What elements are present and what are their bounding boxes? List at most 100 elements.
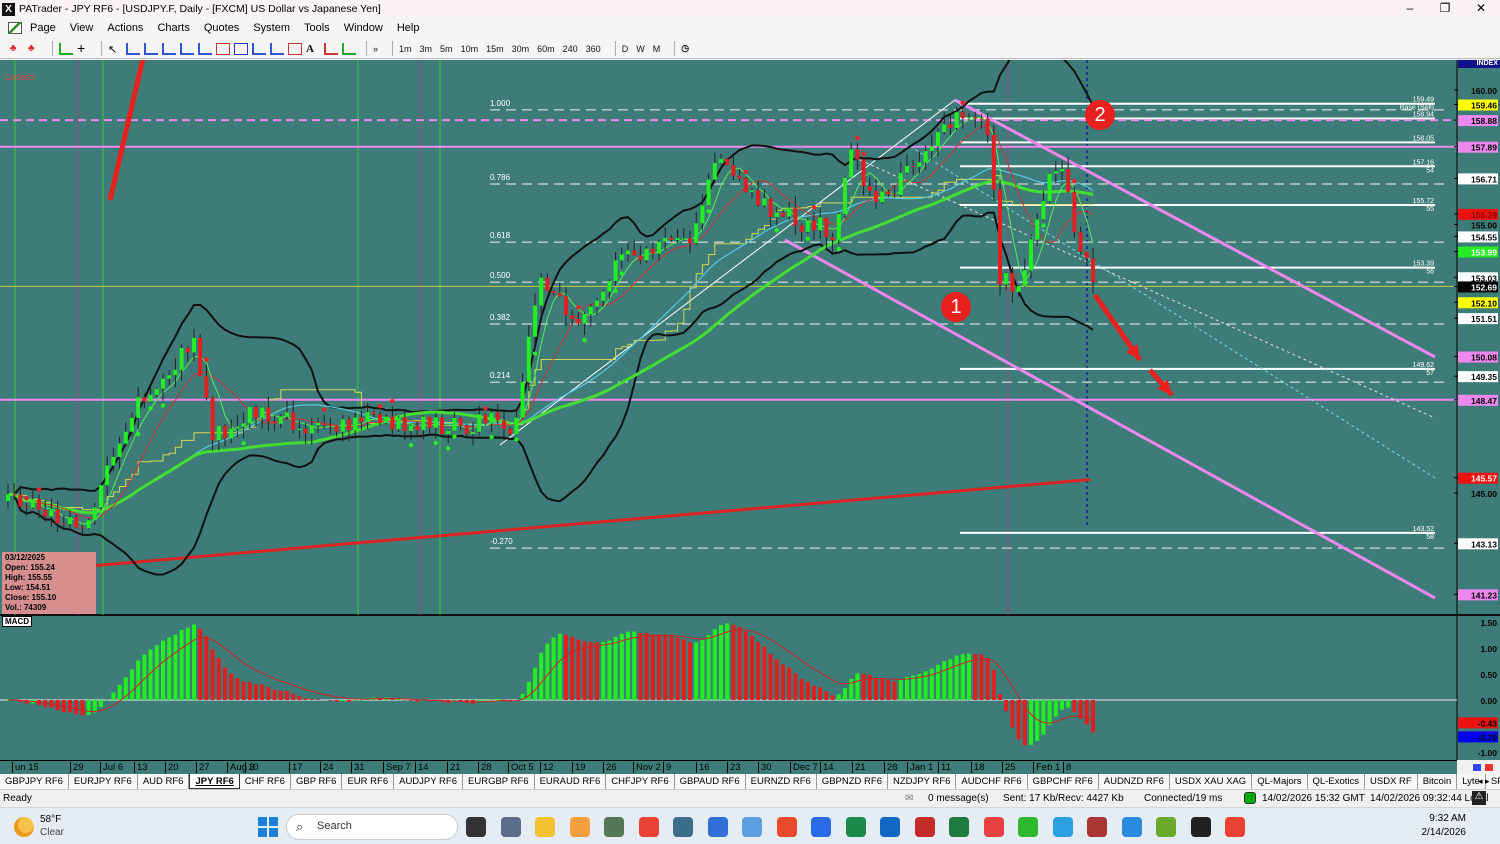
mail-icon[interactable]: ✉ — [905, 793, 913, 804]
box-tool-icon[interactable] — [288, 42, 302, 55]
photos-icon[interactable] — [742, 817, 762, 837]
tab-nzdjpy-rf6[interactable]: NZDJPY RF6 — [888, 774, 957, 789]
menu-system[interactable]: System — [253, 22, 290, 34]
tab-eurjpy-rf6[interactable]: EURJPY RF6 — [69, 774, 138, 789]
app-n-icon[interactable] — [845, 817, 866, 837]
timeframe-60m[interactable]: 60m — [537, 44, 555, 54]
menu-help[interactable]: Help — [397, 22, 420, 34]
menu-window[interactable]: Window — [344, 22, 383, 34]
excel-icon[interactable] — [949, 817, 969, 837]
fan-tool-icon[interactable] — [180, 42, 194, 55]
timeframe-10m[interactable]: 10m — [461, 44, 479, 54]
pointer-icon[interactable]: ↖ — [108, 43, 122, 56]
zoom-out-icon[interactable] — [1484, 763, 1494, 772]
tab-gbpchf-rf6[interactable]: GBPCHF RF6 — [1028, 774, 1099, 789]
menu-view[interactable]: View — [70, 22, 94, 34]
tab-chf-rf6[interactable]: CHF RF6 — [240, 774, 291, 789]
menu-actions[interactable]: Actions — [107, 22, 143, 34]
tab-gbpaud-rf6[interactable]: GBPAUD RF6 — [675, 774, 746, 789]
app-red-icon[interactable] — [914, 817, 935, 837]
app-w-icon[interactable] — [1156, 817, 1176, 837]
timeframe-30m[interactable]: 30m — [512, 44, 530, 54]
tab-gbpjpy-rf6[interactable]: GBPJPY RF6 — [0, 774, 69, 789]
timeframe-1m[interactable]: 1m — [399, 44, 412, 54]
crosshair-icon[interactable]: + — [77, 41, 91, 55]
tab-euraud-rf6[interactable]: EURAUD RF6 — [535, 774, 607, 789]
tab-usdx-xau-xag[interactable]: USDX XAU XAG — [1170, 774, 1253, 789]
tab-eurnzd-rf6[interactable]: EURNZD RF6 — [746, 774, 817, 789]
levels-tool-icon[interactable] — [324, 42, 338, 55]
app-gray-icon[interactable] — [1087, 817, 1107, 837]
menu-tools[interactable]: Tools — [304, 22, 330, 34]
more-tools-button[interactable]: » — [373, 44, 378, 54]
chrome-icon[interactable] — [638, 817, 659, 837]
tab-chfjpy-rf6[interactable]: CHFJPY RF6 — [606, 774, 675, 789]
tab-ql-majors[interactable]: QL-Majors — [1252, 774, 1308, 789]
timeframe-15m[interactable]: 15m — [486, 44, 504, 54]
unlink-charts-icon[interactable]: ♣ — [28, 43, 42, 55]
tab-audjpy-rf6[interactable]: AUDJPY RF6 — [394, 774, 464, 789]
task-view-icon[interactable] — [466, 817, 486, 837]
outlook-icon[interactable] — [880, 817, 900, 837]
tab-eurgbp-rf6[interactable]: EURGBP RF6 — [463, 774, 535, 789]
tab-eur-rf6[interactable]: EUR RF6 — [342, 774, 395, 789]
period-monthly[interactable]: M — [653, 44, 661, 54]
trendline-tool-icon[interactable] — [144, 42, 158, 55]
menu-quotes[interactable]: Quotes — [204, 22, 239, 34]
app-orange-icon[interactable] — [569, 817, 590, 837]
cycle-tool-icon[interactable] — [270, 42, 284, 55]
calculator-icon[interactable] — [500, 817, 521, 837]
minimize-button[interactable]: – — [1395, 0, 1425, 18]
timeframe-5m[interactable]: 5m — [440, 44, 453, 54]
file-explorer-icon[interactable] — [535, 817, 555, 837]
weather-icon[interactable] — [14, 817, 34, 837]
tab-ql-exotics[interactable]: QL-Exotics — [1308, 774, 1366, 789]
timeframe-3m[interactable]: 3m — [420, 44, 433, 54]
menu-charts[interactable]: Charts — [157, 22, 189, 34]
tab-audchf-rf6[interactable]: AUDCHF RF6 — [956, 774, 1028, 789]
tab-bitcoin[interactable]: Bitcoin — [1418, 774, 1458, 789]
app-blue-s-icon[interactable] — [811, 817, 831, 837]
indicator-icon[interactable] — [59, 42, 73, 55]
price-chart[interactable]: 1.000 0.786 0.618 0.500 0.382 0.214 -0.270 159.… — [0, 60, 1500, 760]
period-daily[interactable]: D — [622, 44, 629, 54]
gann-tool-icon[interactable] — [198, 42, 212, 55]
app-c-red-icon[interactable] — [983, 817, 1004, 837]
link-charts-icon[interactable]: ♣ — [10, 43, 24, 55]
levels2-tool-icon[interactable] — [342, 42, 356, 55]
line-tool-icon[interactable] — [126, 42, 140, 55]
fib-tool-icon[interactable] — [234, 42, 248, 55]
tabs-scroll-arrows[interactable]: ◂ ▸ — [1478, 776, 1490, 787]
menu-page[interactable]: Page — [30, 22, 56, 34]
period-weekly[interactable]: W — [636, 44, 645, 54]
timeframe-240[interactable]: 240 — [563, 44, 578, 54]
patrader-icon[interactable] — [673, 817, 693, 837]
start-button[interactable] — [258, 817, 278, 837]
tab-jpy-rf6[interactable]: JPY RF6 — [189, 774, 240, 789]
maximize-button[interactable]: ❐ — [1430, 0, 1460, 18]
channel-tool-icon[interactable] — [252, 42, 266, 55]
chart-canvas[interactable]: 1.000 0.786 0.618 0.500 0.382 0.214 -0.270 159.… — [0, 60, 1500, 760]
app-red-s-icon[interactable] — [776, 817, 797, 837]
app-dark-icon[interactable] — [1190, 817, 1211, 837]
text-tool-icon[interactable]: A — [306, 43, 320, 55]
app-globe-icon[interactable] — [1121, 817, 1142, 837]
taskbar-search[interactable]: ⌕ Search — [286, 814, 458, 840]
clock-icon[interactable]: ◷ — [681, 43, 689, 54]
ray-tool-icon[interactable] — [162, 42, 176, 55]
zoom-in-icon[interactable] — [1472, 763, 1482, 772]
chrome-2-icon[interactable] — [1225, 817, 1245, 837]
chart-app-icon[interactable] — [8, 22, 22, 34]
tab-gbp-rf6[interactable]: GBP RF6 — [291, 774, 343, 789]
notepad-icon[interactable] — [707, 817, 728, 837]
timeframe-360[interactable]: 360 — [586, 44, 601, 54]
tab-gbpnzd-rf6[interactable]: GBPNZD RF6 — [817, 774, 889, 789]
rectangle-tool-icon[interactable] — [216, 42, 230, 55]
app-green-icon[interactable] — [604, 817, 624, 837]
tab-usdx-rf[interactable]: USDX RF — [1365, 774, 1418, 789]
tab-audnzd-rf6[interactable]: AUDNZD RF6 — [1099, 774, 1170, 789]
telegram-icon[interactable] — [1052, 817, 1073, 837]
close-button[interactable]: ✕ — [1466, 0, 1496, 18]
app-c-green-icon[interactable] — [1018, 817, 1038, 837]
alert-icon[interactable]: ⚠ — [1472, 791, 1486, 805]
